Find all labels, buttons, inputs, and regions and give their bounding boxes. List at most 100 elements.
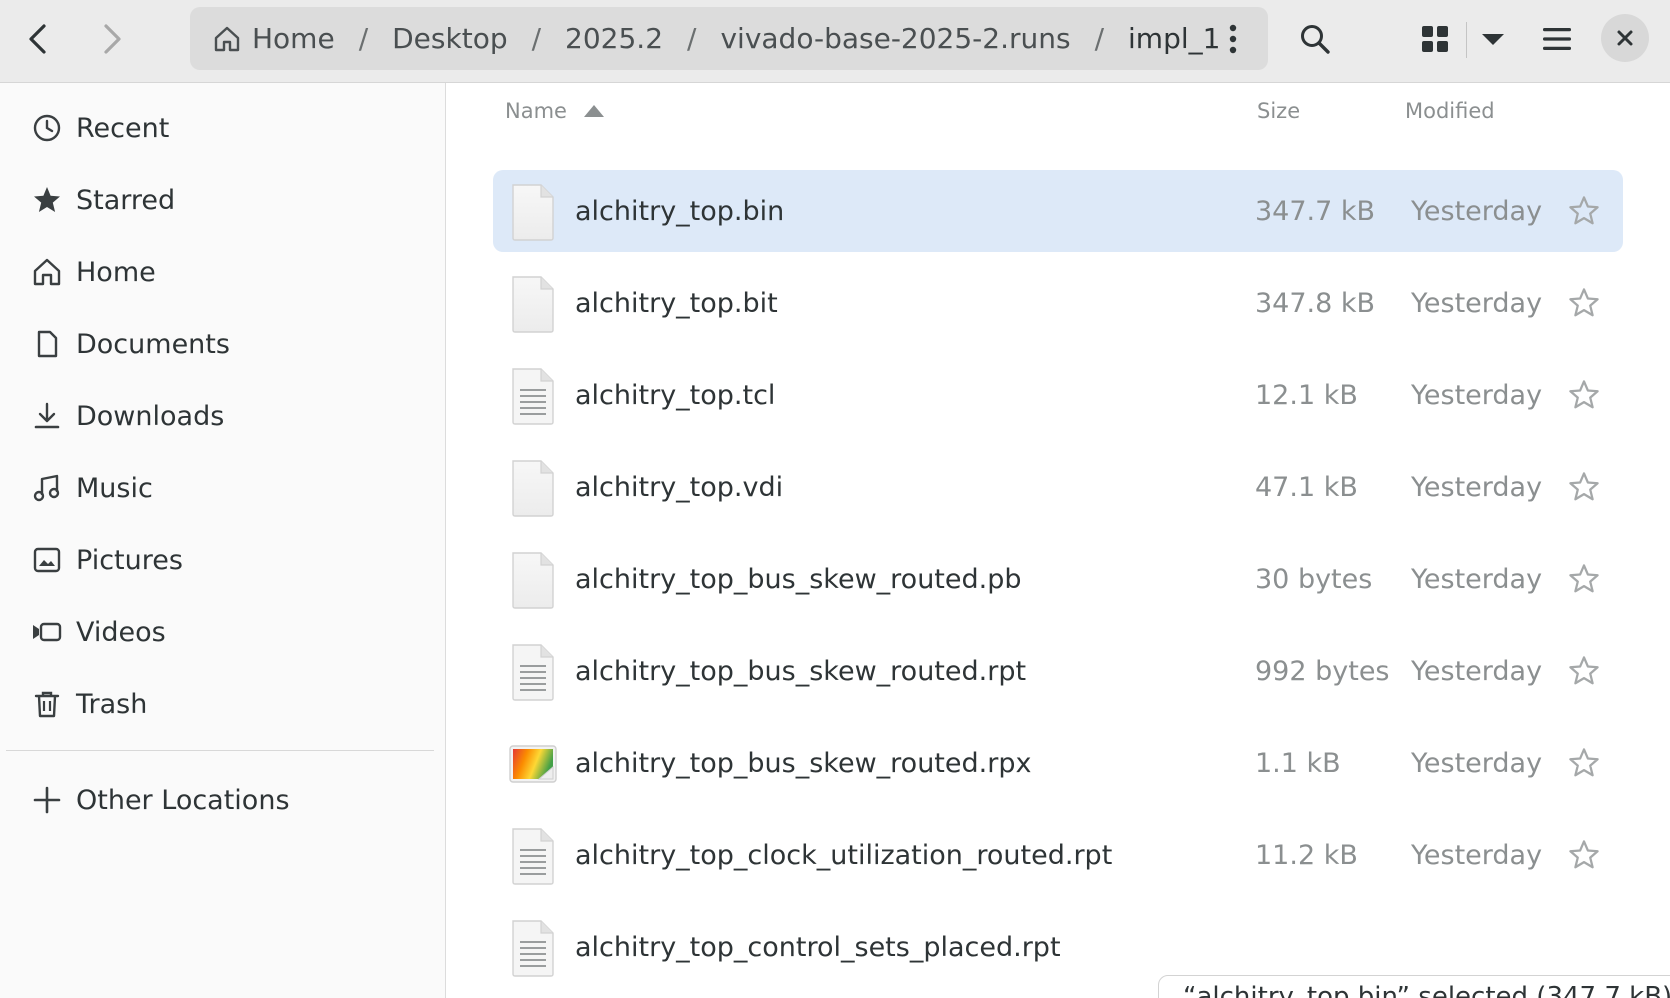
download-icon (30, 401, 64, 431)
vertical-dots-icon (1229, 24, 1237, 53)
dropdown-arrow-icon (1482, 34, 1504, 45)
star-outline-icon[interactable] (1565, 468, 1603, 506)
file-name: alchitry_top.bin (575, 195, 785, 227)
file-modified: Yesterday (1411, 563, 1543, 595)
sidebar-item-documents[interactable]: Documents (0, 313, 445, 375)
video-icon (30, 617, 64, 647)
column-header-modified[interactable]: Modified (1405, 83, 1495, 139)
view-button-divider (1466, 22, 1467, 58)
sidebar-item-label: Videos (76, 616, 166, 648)
breadcrumb-runs[interactable]: vivado-base-2025-2.runs (720, 22, 1070, 55)
breadcrumb-separator: / (687, 22, 697, 55)
breadcrumb-separator: / (531, 22, 542, 55)
chevron-right-icon (104, 24, 121, 54)
sidebar-item-label: Downloads (76, 400, 225, 432)
hamburger-menu-icon (1543, 28, 1571, 50)
sidebar-item-home[interactable]: Home (0, 241, 445, 303)
text-file-icon (507, 366, 559, 426)
file-name: alchitry_top.vdi (575, 471, 784, 503)
file-size: 992 bytes (1255, 655, 1390, 687)
file-name: alchitry_top_clock_utilization_routed.rp… (575, 839, 1113, 871)
breadcrumb-home[interactable]: Home (212, 22, 335, 55)
file-row[interactable]: alchitry_top.bit 347.8 kB Yesterday (493, 262, 1623, 344)
file-row[interactable]: alchitry_top_clock_utilization_routed.rp… (493, 814, 1623, 896)
sidebar-item-other-locations[interactable]: Other Locations (0, 769, 445, 831)
main-menu-button[interactable] (1528, 12, 1586, 66)
star-outline-icon[interactable] (1565, 836, 1603, 874)
star-outline-icon[interactable] (1565, 652, 1603, 690)
back-button[interactable] (14, 12, 62, 66)
file-name: alchitry_top.tcl (575, 379, 776, 411)
file-modified: Yesterday (1411, 195, 1543, 227)
file-row[interactable]: alchitry_top.tcl 12.1 kB Yesterday (493, 354, 1623, 436)
breadcrumb-impl-1[interactable]: impl_1 (1128, 22, 1220, 55)
file-size: 47.1 kB (1255, 471, 1358, 503)
trash-icon (30, 689, 64, 719)
clock-icon (30, 113, 64, 143)
text-file-icon (507, 918, 559, 978)
sidebar-item-label: Starred (76, 184, 176, 216)
file-size: 347.7 kB (1255, 195, 1376, 227)
column-header-label: Modified (1405, 99, 1495, 123)
file-size: 12.1 kB (1255, 379, 1358, 411)
breadcrumb-2025-2[interactable]: 2025.2 (565, 22, 663, 55)
breadcrumb-label: Desktop (392, 22, 508, 55)
column-header-name[interactable]: Name (505, 83, 605, 139)
file-row[interactable]: alchitry_top_bus_skew_routed.rpx 1.1 kB Ye… (493, 722, 1623, 804)
sidebar-item-label: Other Locations (76, 784, 290, 816)
file-modified: Yesterday (1411, 747, 1543, 779)
star-outline-icon[interactable] (1565, 744, 1603, 782)
star-outline-icon[interactable] (1565, 284, 1603, 322)
file-list-view: Name Size Modified alchitry_top.bin 347.7… (447, 83, 1670, 998)
blank-file-icon (507, 182, 559, 242)
file-row[interactable]: alchitry_top.bin 347.7 kB Yesterday (493, 170, 1623, 252)
sidebar-item-recent[interactable]: Recent (0, 97, 445, 159)
header-bar: Home / Desktop / 2025.2 / vivado-base-20… (0, 0, 1670, 83)
sidebar-item-label: Pictures (76, 544, 183, 576)
breadcrumb-label: vivado-base-2025-2.runs (720, 22, 1071, 55)
file-size: 11.2 kB (1255, 839, 1358, 871)
path-bar: Home / Desktop / 2025.2 / vivado-base-20… (190, 7, 1268, 70)
sidebar-item-pictures[interactable]: Pictures (0, 529, 445, 591)
music-icon (30, 473, 64, 503)
forward-button[interactable] (88, 12, 136, 66)
sidebar-item-music[interactable]: Music (0, 457, 445, 519)
file-modified: Yesterday (1411, 287, 1543, 319)
file-row[interactable]: alchitry_top_bus_skew_routed.pb 30 bytes Y… (493, 538, 1623, 620)
file-name: alchitry_top.bit (575, 287, 778, 319)
file-name: alchitry_top_bus_skew_routed.rpx (575, 747, 1032, 779)
file-name: alchitry_top_control_sets_placed.rpt (575, 931, 1061, 963)
search-icon (1301, 25, 1330, 54)
home-icon (30, 257, 64, 287)
sort-ascending-icon (583, 105, 604, 117)
sidebar-item-videos[interactable]: Videos (0, 601, 445, 663)
grid-view-icon (1422, 26, 1448, 52)
blank-file-icon (507, 274, 559, 334)
sidebar-divider (6, 750, 434, 751)
file-name: alchitry_top_bus_skew_routed.pb (575, 563, 1022, 595)
search-button[interactable] (1290, 12, 1340, 66)
sidebar-item-downloads[interactable]: Downloads (0, 385, 445, 447)
sidebar-item-label: Home (76, 256, 156, 288)
star-outline-icon[interactable] (1565, 560, 1603, 598)
column-header-label: Name (505, 99, 567, 123)
breadcrumb-label: 2025.2 (565, 22, 664, 55)
path-menu-button[interactable] (1218, 7, 1248, 70)
sidebar-item-trash[interactable]: Trash (0, 673, 445, 735)
star-icon (30, 185, 64, 215)
file-row[interactable]: alchitry_top.vdi 47.1 kB Yesterday (493, 446, 1623, 528)
sidebar-item-label: Trash (76, 688, 148, 720)
file-row[interactable]: alchitry_top_bus_skew_routed.rpt 992 byte… (493, 630, 1623, 712)
sidebar: Recent Starred Home Documents Downloads (0, 83, 446, 998)
file-name: alchitry_top_bus_skew_routed.rpt (575, 655, 1027, 687)
breadcrumb-label: impl_1 (1128, 22, 1221, 55)
plus-icon (30, 785, 64, 815)
breadcrumb-desktop[interactable]: Desktop (392, 22, 507, 55)
star-outline-icon[interactable] (1565, 192, 1603, 230)
column-header-size[interactable]: Size (1257, 83, 1300, 139)
sidebar-item-starred[interactable]: Starred (0, 169, 445, 231)
star-outline-icon[interactable] (1565, 376, 1603, 414)
grid-view-button[interactable] (1410, 12, 1460, 66)
close-window-button[interactable] (1601, 14, 1649, 62)
view-options-dropdown[interactable] (1468, 12, 1518, 66)
